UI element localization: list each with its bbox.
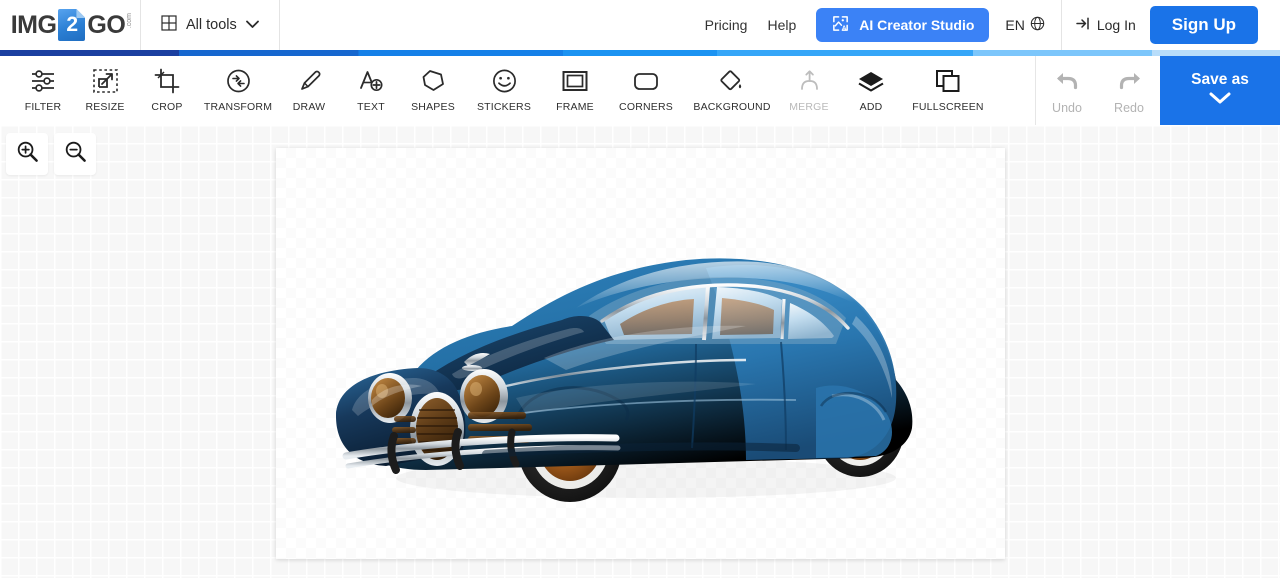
redo-button[interactable]: Redo [1098, 56, 1160, 115]
ai-creator-studio-label: AI Creator Studio [859, 17, 974, 33]
undo-button[interactable]: Undo [1036, 56, 1098, 115]
tool-draw[interactable]: DRAW [278, 56, 340, 113]
login-label: Log In [1097, 17, 1136, 33]
tool-label: FILTER [25, 101, 62, 113]
chevron-down-icon [1208, 91, 1232, 110]
logo-document-icon: 2 [58, 9, 85, 41]
zoom-out-icon [64, 140, 87, 168]
zoom-controls [6, 133, 96, 175]
app-header: IMG 2 GO .com All tools [0, 0, 1280, 50]
tool-transform[interactable]: TRANSFORM [198, 56, 278, 113]
tool-label: FRAME [556, 101, 594, 113]
grid-icon [161, 15, 177, 36]
signup-label: Sign Up [1172, 15, 1236, 35]
refresh-icon [225, 66, 252, 96]
logo-text-num: 2 [58, 9, 85, 41]
tool-resize[interactable]: RESIZE [74, 56, 136, 113]
pencil-icon [296, 66, 323, 96]
login-arrow-icon [1076, 16, 1092, 34]
tool-frame[interactable]: FRAME [544, 56, 606, 113]
tool-stickers[interactable]: STICKERS [464, 56, 544, 113]
tool-label: FULLSCREEN [912, 101, 983, 113]
tool-filter[interactable]: FILTER [12, 56, 74, 113]
tool-label: DRAW [293, 101, 326, 113]
save-as-button[interactable]: Save as [1160, 56, 1280, 125]
site-logo[interactable]: IMG 2 GO .com [0, 0, 140, 50]
sliders-icon [29, 66, 57, 96]
tool-corners[interactable]: CORNERS [606, 56, 686, 113]
language-label: EN [1005, 17, 1024, 33]
tool-label: TEXT [357, 101, 385, 113]
tool-label: ADD [860, 101, 883, 113]
polygon-icon [420, 66, 447, 96]
zoom-in-button[interactable] [6, 133, 48, 175]
vintage-car-image [276, 148, 1005, 559]
logo-text-go: GO [87, 11, 125, 40]
history-controls: Undo Redo [1036, 56, 1160, 115]
chevron-down-icon [246, 16, 259, 34]
all-tools-label: All tools [186, 17, 237, 33]
tool-background[interactable]: BACKGROUND [686, 56, 778, 113]
tool-fullscreen[interactable]: FULLSCREEN [902, 56, 994, 113]
redo-label: Redo [1114, 101, 1144, 115]
tool-label: STICKERS [477, 101, 531, 113]
tool-label: CROP [151, 101, 182, 113]
copy-icon [934, 66, 962, 96]
resize-icon [92, 66, 119, 96]
tool-label: SHAPES [411, 101, 455, 113]
merge-arrow-icon [796, 66, 823, 96]
save-as-label: Save as [1191, 71, 1249, 89]
tool-text[interactable]: TEXT [340, 56, 402, 113]
text-add-icon [358, 66, 385, 96]
login-button[interactable]: Log In [1062, 16, 1150, 34]
crop-icon [154, 66, 181, 96]
frame-icon [561, 66, 589, 96]
tool-label: TRANSFORM [204, 101, 272, 113]
undo-label: Undo [1052, 101, 1082, 115]
nav-help[interactable]: Help [757, 17, 806, 33]
logo-text-img: IMG [11, 11, 57, 40]
language-selector[interactable]: EN [989, 16, 1060, 34]
nav-pricing[interactable]: Pricing [695, 17, 758, 33]
tool-merge: MERGE [778, 56, 840, 113]
ai-image-icon: AI [831, 14, 850, 36]
undo-arrow-icon [1054, 69, 1081, 98]
smiley-icon [491, 66, 518, 96]
globe-icon [1030, 16, 1045, 34]
redo-arrow-icon [1116, 69, 1143, 98]
tool-crop[interactable]: CROP [136, 56, 198, 113]
image-canvas[interactable] [276, 148, 1005, 559]
tool-shapes[interactable]: SHAPES [402, 56, 464, 113]
ai-creator-studio-button[interactable]: AI AI Creator Studio [816, 8, 989, 42]
editor-workspace [0, 125, 1280, 578]
rounded-rect-icon [632, 66, 660, 96]
signup-button[interactable]: Sign Up [1150, 6, 1258, 44]
tool-label: MERGE [789, 101, 829, 113]
paint-bucket-icon [718, 66, 746, 96]
zoom-in-icon [16, 140, 39, 168]
editor-toolbar: FILTER RESIZE CROP [0, 56, 1280, 125]
tool-label: BACKGROUND [693, 101, 770, 113]
logo-text-com: .com [126, 13, 133, 28]
tool-add[interactable]: ADD [840, 56, 902, 113]
layers-icon [857, 66, 885, 96]
tool-label: RESIZE [85, 101, 124, 113]
zoom-out-button[interactable] [54, 133, 96, 175]
tool-label: CORNERS [619, 101, 673, 113]
header-divider-2 [279, 0, 280, 50]
tool-list: FILTER RESIZE CROP [0, 56, 994, 113]
svg-text:AI: AI [842, 25, 848, 31]
all-tools-menu[interactable]: All tools [141, 0, 279, 50]
